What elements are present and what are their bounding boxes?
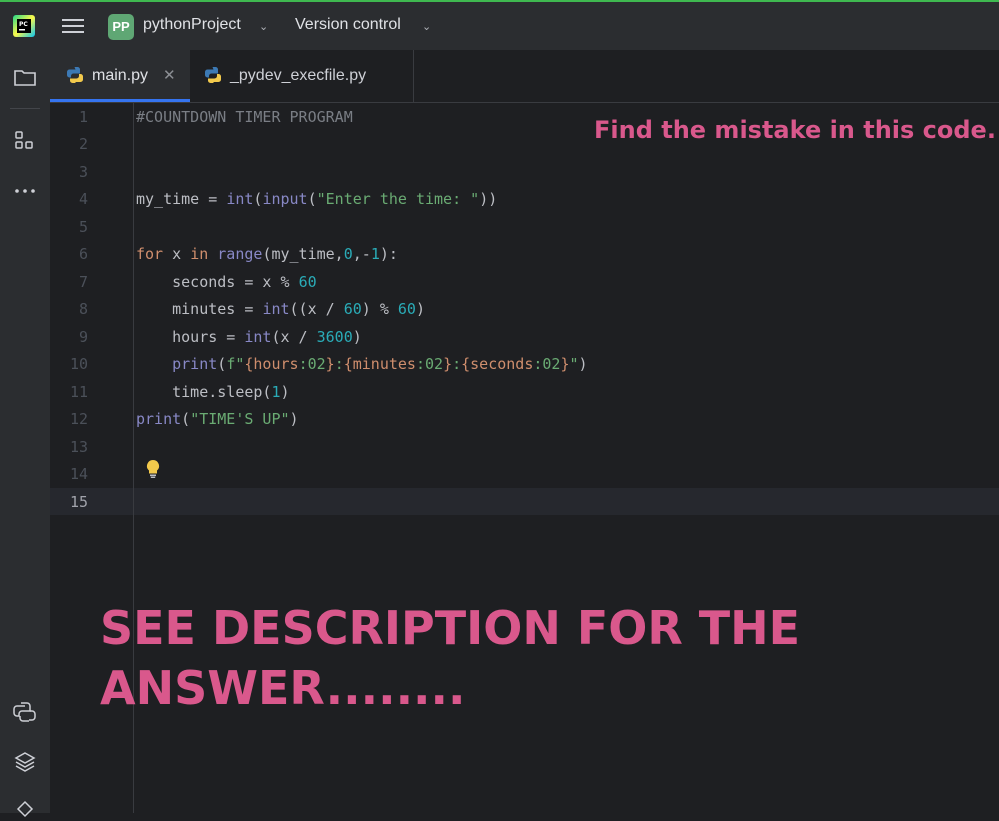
line-number: 12 [69, 410, 88, 428]
line-number: 2 [78, 135, 88, 153]
build-icon[interactable] [12, 795, 38, 821]
project-name-dropdown[interactable]: pythonProject [143, 16, 241, 34]
line-number: 14 [69, 465, 88, 483]
overlay-note: Find the mistake in this code. [594, 116, 996, 144]
code-text: for x in range(my_time,0,-1): [136, 245, 398, 263]
chevron-down-icon[interactable]: ⌄ [422, 20, 431, 33]
code-text: hours = int(x / 3600) [136, 328, 362, 346]
main-menu-icon[interactable] [62, 16, 84, 36]
code-line[interactable]: 9 hours = int(x / 3600) [50, 324, 999, 351]
folder-icon[interactable] [12, 64, 38, 90]
line-number: 6 [78, 245, 88, 263]
title-bar: PC PP pythonProject ⌄ Version control ⌄ [0, 0, 999, 50]
code-line[interactable]: 6 for x in range(my_time,0,-1): [50, 241, 999, 268]
pycharm-logo-icon[interactable]: PC [13, 15, 35, 37]
tab-main-py[interactable]: main.py ✕ [50, 50, 190, 102]
code-line[interactable]: 12 print("TIME'S UP") [50, 406, 999, 433]
layers-icon[interactable] [12, 749, 38, 775]
project-badge[interactable]: PP [108, 14, 134, 40]
editor-tab-bar: main.py ✕ _pydev_execfile.py [50, 50, 999, 103]
code-line[interactable]: 4 my_time = int(input("Enter the time: "… [50, 186, 999, 213]
svg-text:PC: PC [19, 21, 28, 28]
line-number: 3 [78, 163, 88, 181]
structure-icon[interactable] [12, 128, 38, 154]
lightbulb-icon[interactable] [146, 459, 160, 479]
code-line[interactable]: 5 [50, 214, 999, 241]
more-horizontal-icon[interactable] [12, 178, 38, 204]
code-text: seconds = x % 60 [136, 273, 317, 291]
code-line[interactable]: 13 [50, 434, 999, 461]
code-text: minutes = int((x / 60) % 60) [136, 300, 425, 318]
toolbar-divider [10, 108, 40, 109]
line-number: 13 [69, 438, 88, 456]
tab-pydev-execfile[interactable]: _pydev_execfile.py [190, 50, 414, 102]
line-number: 7 [78, 273, 88, 291]
line-number: 8 [78, 300, 88, 318]
code-line[interactable]: 3 [50, 159, 999, 186]
code-text: print(f"{hours:02}:{minutes:02}:{seconds… [172, 355, 588, 373]
code-text: time.sleep(1) [136, 383, 290, 401]
code-line[interactable]: 11 time.sleep(1) [50, 379, 999, 406]
line-number: 10 [69, 355, 88, 373]
tab-label: main.py [92, 67, 149, 84]
code-text: my_time = int(input("Enter the time: ")) [136, 190, 498, 208]
line-number: 15 [69, 493, 88, 511]
version-control-dropdown[interactable]: Version control [295, 16, 401, 34]
comment: #COUNTDOWN TIMER PROGRAM [136, 108, 353, 126]
code-line[interactable]: 14 [50, 461, 999, 488]
line-number: 11 [69, 383, 88, 401]
tool-window-strip [0, 50, 51, 818]
code-line[interactable]: 10 print(f"{hours:02}:{minutes:02}:{seco… [50, 351, 999, 378]
line-number: 4 [78, 190, 88, 208]
python-console-icon[interactable] [12, 699, 38, 725]
tab-label: _pydev_execfile.py [230, 67, 367, 84]
chevron-down-icon[interactable]: ⌄ [259, 20, 268, 33]
line-number: 9 [78, 328, 88, 346]
line-number: 5 [78, 218, 88, 236]
python-file-icon [205, 67, 221, 83]
python-file-icon [67, 67, 83, 83]
code-line[interactable]: 7 seconds = x % 60 [50, 269, 999, 296]
code-line[interactable]: 8 minutes = int((x / 60) % 60) [50, 296, 999, 323]
code-line-current[interactable]: 15 [50, 489, 999, 516]
close-icon[interactable]: ✕ [163, 66, 176, 84]
overlay-answer: SEE DESCRIPTION FOR THE ANSWER........ [100, 601, 801, 715]
code-text: print("TIME'S UP") [136, 410, 299, 428]
line-number: 1 [78, 108, 88, 126]
